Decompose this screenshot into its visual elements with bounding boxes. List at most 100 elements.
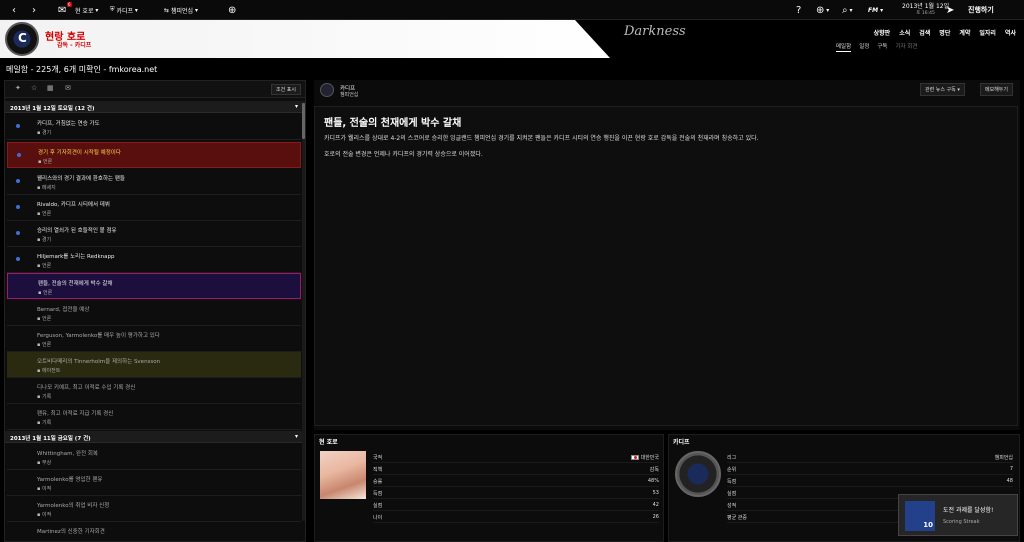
- date-group-header[interactable]: 2013년 1월 12일 토요일 (12 건) ▾: [5, 101, 303, 113]
- item-title: 팬들, 전술의 천재에게 박수 갈채: [38, 281, 113, 287]
- item-title: Yarmolenko를 영입한 팬유: [37, 477, 103, 483]
- info-row: 승률 48%: [373, 475, 659, 487]
- message-body: 팬들, 전술의 천재에게 박수 갈채 카디프가 웰리스를 상대로 4-2의 스코…: [314, 106, 1018, 426]
- list-item[interactable]: Martinez의 신중한 기자회견: [7, 522, 301, 542]
- info-row: 직책 감독: [373, 463, 659, 475]
- arrow-right-icon: ➤: [946, 4, 955, 16]
- item-title: Bernard, 접전을 예상: [37, 307, 90, 313]
- top-bar: ‹ › ✉ 6 현 호로 ▾ ⛨ 카디프 ▾ ⇆ 챔피언십 ▾ ⊕ ? ⊕ ▾ …: [0, 0, 1024, 20]
- list-item[interactable]: Bernard, 접전을 예상 언론: [7, 300, 301, 326]
- nav-squad[interactable]: 명단: [939, 28, 950, 37]
- continue-button[interactable]: 진행하기: [968, 0, 994, 20]
- club-card-title[interactable]: 카디프: [673, 437, 690, 446]
- list-item[interactable]: 오트비다메리의 Tinnerholm을 제의하는 Svensson 에이전트: [7, 352, 301, 378]
- list-item[interactable]: 경기 후 기자회견이 시작될 예정이다 언론: [7, 142, 301, 168]
- language-button[interactable]: ⊕ ▾: [816, 0, 829, 20]
- item-title: Hiljemark를 노리는 Redknapp: [37, 254, 115, 260]
- list-item[interactable]: Rivaldo, 카디프 시티에서 데뷔 언론: [7, 195, 301, 221]
- back-arrow-icon: ‹: [12, 4, 16, 16]
- grid-icon[interactable]: ▦: [47, 84, 54, 92]
- filter-button[interactable]: 조건 표시: [271, 84, 301, 95]
- world-button[interactable]: ⊕: [228, 0, 236, 20]
- globe-icon: ⊕: [816, 4, 825, 16]
- manager-photo: [320, 451, 366, 499]
- achievement-icon: 10: [905, 501, 935, 531]
- club-menu[interactable]: ⛨ 카디프 ▾: [110, 0, 138, 20]
- page-title: 메일함 - 225개, 6개 미확인 - fmkorea.net: [6, 65, 158, 74]
- scrollbar-track[interactable]: [302, 101, 305, 521]
- achievement-count: 10: [923, 521, 933, 529]
- tab-press-conference[interactable]: 기자 회견: [895, 42, 917, 52]
- item-title: Yarmolenko의 취업 비자 신청: [37, 503, 110, 509]
- info-value[interactable]: 챔피언십: [995, 454, 1013, 461]
- info-label: 성적: [727, 503, 737, 509]
- unread-dot-icon: [16, 257, 20, 261]
- continue-icon[interactable]: ➤: [946, 0, 954, 20]
- help-button[interactable]: ?: [796, 0, 801, 20]
- nationality-text: 대한민국: [640, 455, 659, 461]
- nav-contracts[interactable]: 계약: [959, 28, 970, 37]
- list-item[interactable]: Yarmolenko의 취업 비자 신청 이적: [7, 496, 301, 522]
- item-category: 언론: [37, 210, 51, 217]
- list-item[interactable]: 팬유, 최고 이적료 지급 기록 경신 기록: [7, 404, 301, 430]
- manager-card-title[interactable]: 현 호로: [319, 437, 338, 446]
- list-item[interactable]: 디나모 키예프, 최고 이적료 수입 기록 경신 기록: [7, 378, 301, 404]
- list-item[interactable]: 카디프, 거침없는 연승 가도 경기: [7, 114, 301, 140]
- item-title: 카디프, 거침없는 연승 가도: [37, 121, 100, 127]
- club-badge-icon: [5, 22, 39, 56]
- header-banner: [0, 20, 610, 58]
- sub-nav: 메일함 일정 구독 기자 회견: [836, 42, 917, 52]
- list-item-selected[interactable]: 팬들, 전술의 천재에게 박수 갈채 언론: [7, 273, 301, 299]
- fm-menu[interactable]: FM ▾: [868, 0, 883, 20]
- nav-history[interactable]: 역사: [1005, 28, 1016, 37]
- achievement-popup[interactable]: 10 도전 과제를 달성함! Scoring Streak: [898, 494, 1018, 536]
- list-item[interactable]: 승리의 열쇠가 된 호들적인 볼 점유 경기: [7, 221, 301, 247]
- list-item[interactable]: Hiljemark를 노리는 Redknapp 언론: [7, 247, 301, 273]
- competition-menu[interactable]: ⇆ 챔피언십 ▾: [164, 0, 198, 20]
- info-value: 감독: [649, 467, 659, 473]
- nav-news[interactable]: 소식: [899, 28, 910, 37]
- fm-label: FM: [868, 6, 879, 14]
- manager-menu[interactable]: 현 호로 ▾: [75, 0, 98, 20]
- mark-read-icon[interactable]: ✦: [15, 84, 21, 92]
- tab-schedule[interactable]: 일정: [859, 42, 869, 52]
- message-headline: 팬들, 전술의 천재에게 박수 갈채: [324, 118, 462, 129]
- list-item[interactable]: Yarmolenko를 영입한 팬유 이적: [7, 470, 301, 496]
- message-paragraph: 카디프가 웰리스를 상대로 4-2의 스코어로 승리한 잉글랜드 챔피언십 경기…: [324, 135, 759, 142]
- memo-button[interactable]: 메모해두기: [980, 83, 1014, 96]
- tab-subscriptions[interactable]: 구독: [877, 42, 887, 52]
- info-label: 득점: [373, 491, 383, 497]
- info-label: 직책: [373, 467, 383, 473]
- tab-inbox[interactable]: 메일함: [836, 42, 852, 52]
- nav-overview[interactable]: 상향판: [874, 28, 891, 37]
- inbox-toolbar: ✦ ☆ ▦ ✉ 조건 표시: [5, 81, 305, 98]
- list-item[interactable]: Whittingham, 완전 회복 부상: [7, 444, 301, 470]
- list-item[interactable]: 웰리스와의 경기 결과에 환호하는 팬들 메세지: [7, 169, 301, 195]
- info-row: 득점 53: [373, 487, 659, 499]
- item-category: 이적: [37, 511, 51, 518]
- nav-search[interactable]: 검색: [919, 28, 930, 37]
- search-button[interactable]: ⌕ ▾: [842, 0, 853, 20]
- sender-competition[interactable]: 챔피언십: [340, 91, 358, 98]
- item-title: Whittingham, 완전 회복: [37, 451, 98, 457]
- achievement-subtitle: Scoring Streak: [943, 519, 980, 525]
- inbox-button[interactable]: ✉ 6: [58, 0, 72, 20]
- envelope-icon[interactable]: ✉: [65, 84, 71, 92]
- item-category: 이적: [37, 485, 51, 492]
- back-button[interactable]: ‹: [12, 0, 16, 20]
- info-row: 국적 대한민국: [373, 451, 659, 463]
- unread-dot-icon: [16, 205, 20, 209]
- nav-jobs[interactable]: 일자리: [979, 28, 996, 37]
- list-item[interactable]: Ferguson, Yarmolenko를 매우 높이 평가하고 있다 언론: [7, 326, 301, 352]
- date-group-header[interactable]: 2013년 1월 11일 금요일 (7 건) ▾: [5, 431, 303, 443]
- continue-label: 진행하기: [968, 6, 994, 14]
- manager-card: 현 호로 국적 대한민국 직책 감독 승률 48% 득점 53 실점 42 나이…: [314, 434, 664, 542]
- star-icon[interactable]: ☆: [31, 84, 37, 92]
- item-category: 부상: [37, 459, 51, 466]
- info-label: 실점: [727, 491, 737, 497]
- chevron-down-icon: ▾: [294, 103, 298, 110]
- info-value: 42: [652, 502, 659, 508]
- forward-button[interactable]: ›: [32, 0, 36, 20]
- scrollbar-thumb[interactable]: [302, 103, 305, 139]
- related-news-button[interactable]: 관련 뉴스 구독 ▾: [920, 83, 965, 96]
